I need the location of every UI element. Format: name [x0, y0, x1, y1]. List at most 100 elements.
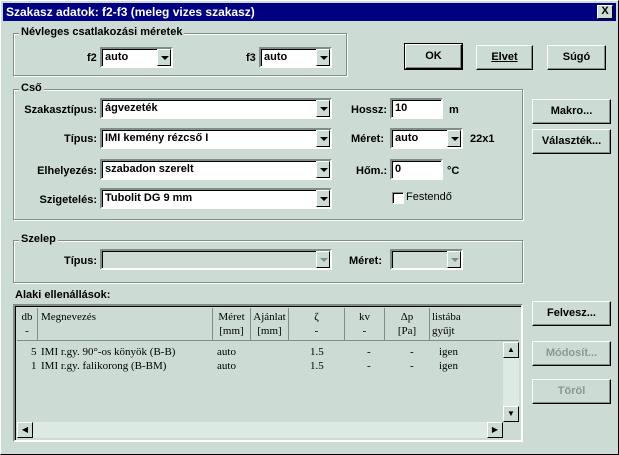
f2-select[interactable]: auto	[100, 47, 173, 68]
col-db[interactable]: db -	[17, 308, 38, 341]
col-zeta[interactable]: ζ-	[289, 308, 345, 341]
col-db-l1: db	[21, 311, 33, 323]
help-button[interactable]: Súgó	[547, 45, 606, 70]
paint-checkbox[interactable]	[392, 192, 404, 204]
scroll-down-icon[interactable]: ▼	[503, 406, 519, 422]
valve-type-label: Típus:	[64, 255, 97, 267]
col-list-l2: gyűjt	[432, 325, 455, 337]
paint-checkbox-label: Festendő	[406, 191, 452, 203]
col-offer[interactable]: Ajánlat [mm]	[251, 308, 289, 341]
cell-size: auto	[217, 346, 236, 358]
chevron-down-icon[interactable]	[316, 49, 330, 66]
close-button[interactable]: X	[597, 5, 613, 19]
cell-db: 5	[31, 346, 37, 358]
temperature-label: Hőm.:	[356, 165, 388, 177]
col-size-l1: Méret	[218, 311, 245, 323]
cell-kv: -	[367, 346, 371, 358]
col-size-l2: [mm]	[219, 325, 244, 337]
nominal-size-group-label: Névleges csatlakozási méretek	[19, 26, 185, 38]
macro-button[interactable]: Makro...	[532, 99, 611, 124]
delete-button[interactable]: Töröl	[532, 379, 611, 404]
f3-select[interactable]: auto	[259, 47, 332, 68]
cell-db: 1	[31, 360, 37, 372]
length-input[interactable]: 10	[390, 98, 443, 119]
temperature-input[interactable]: 0	[390, 159, 443, 180]
col-name-l1: Megnevezés	[41, 311, 96, 323]
add-button[interactable]: Felvesz...	[532, 301, 611, 326]
col-dp[interactable]: Δp [Pa]	[385, 308, 430, 341]
section-type-value: ágvezeték	[105, 102, 158, 114]
cell-size: auto	[217, 360, 236, 372]
section-type-select[interactable]: ágvezeték	[100, 98, 332, 119]
fittings-table: db - Megnevezés Méret [mm] Ajánlat [mm] ζ- …	[13, 304, 523, 442]
ok-button[interactable]: OK	[404, 43, 463, 70]
size-label: Méret:	[351, 133, 385, 145]
pipe-type-label: Típus:	[64, 133, 97, 145]
col-offer-l1: Ajánlat	[253, 311, 286, 323]
col-list[interactable]: listába gyűjt	[430, 308, 523, 341]
pipe-type-value: IMI kemény rézcső I	[105, 132, 209, 144]
f3-label: f3	[246, 52, 256, 64]
temperature-unit: °C	[447, 165, 460, 177]
f3-select-value: auto	[264, 51, 288, 63]
col-zeta-l2: -	[314, 325, 319, 337]
chevron-down-icon[interactable]	[316, 161, 330, 178]
size-select[interactable]: auto	[390, 128, 463, 149]
valve-group-label: Szelep	[19, 233, 58, 245]
pipe-group-label: Cső	[19, 82, 44, 94]
modify-button[interactable]: Módosít...	[532, 341, 611, 366]
f2-select-value: auto	[105, 51, 129, 63]
size-select-value: auto	[395, 132, 419, 144]
length-label: Hossz:	[351, 104, 388, 116]
placement-select[interactable]: szabadon szerelt	[100, 159, 332, 180]
chevron-down-icon[interactable]	[316, 130, 330, 147]
size-extra: 22x1	[470, 133, 495, 145]
choice-button[interactable]: Választék...	[532, 129, 611, 154]
scroll-right-icon[interactable]: ▶	[487, 422, 503, 438]
chevron-down-icon[interactable]	[316, 100, 330, 117]
cell-zeta: 1.5	[310, 360, 324, 372]
fittings-label: Alaki ellenállások:	[15, 289, 111, 301]
col-dp-l2: [Pa]	[397, 325, 417, 337]
window-title: Szakasz adatok: f2-f3 (meleg vizes szaka…	[6, 5, 255, 19]
f2-label: f2	[87, 52, 97, 64]
insulation-label: Szigetelés:	[39, 194, 97, 206]
vertical-scrollbar[interactable]: ▲ ▼	[503, 342, 519, 422]
col-name[interactable]: Megnevezés	[38, 308, 213, 341]
cell-name: IMI r.gy. 90°-os könyök (B-B)	[41, 346, 176, 358]
chevron-down-icon[interactable]	[447, 130, 461, 147]
chevron-down-icon[interactable]	[157, 49, 171, 66]
col-db-l2: -	[25, 325, 29, 337]
length-unit: m	[449, 104, 459, 116]
valve-size-label: Méret:	[349, 255, 383, 267]
col-dp-l1: Δp	[400, 311, 414, 323]
col-size[interactable]: Méret [mm]	[213, 308, 251, 341]
scroll-up-icon[interactable]: ▲	[503, 342, 519, 358]
col-kv[interactable]: kv -	[345, 308, 385, 341]
placement-value: szabadon szerelt	[105, 163, 194, 175]
pipe-type-select[interactable]: IMI kemény rézcső I	[100, 128, 332, 149]
insulation-select[interactable]: Tubolit DG 9 mm	[100, 188, 332, 209]
section-type-label: Szakasztípus:	[24, 104, 97, 116]
valve-type-select[interactable]	[100, 249, 332, 270]
chevron-down-icon[interactable]	[447, 251, 461, 268]
col-kv-l1: kv	[359, 311, 370, 323]
col-kv-l2: -	[362, 325, 367, 337]
cell-list: igen	[439, 346, 458, 358]
table-header: db - Megnevezés Méret [mm] Ajánlat [mm] ζ- …	[17, 308, 519, 341]
chevron-down-icon[interactable]	[316, 251, 330, 268]
cancel-button[interactable]: Elvet	[476, 45, 533, 70]
horizontal-scrollbar[interactable]: ◀ ▶	[17, 422, 503, 438]
scroll-left-icon[interactable]: ◀	[17, 422, 33, 438]
chevron-down-icon[interactable]	[316, 190, 330, 207]
cell-zeta: 1.5	[310, 346, 324, 358]
cell-name: IMI r.gy. falikorong (B-BM)	[41, 360, 167, 372]
cell-kv: -	[367, 360, 371, 372]
valve-size-select[interactable]	[390, 249, 463, 270]
dialog-window: Szakasz adatok: f2-f3 (meleg vizes szaka…	[0, 0, 619, 455]
placement-label: Elhelyezés:	[37, 165, 97, 177]
title-bar[interactable]: Szakasz adatok: f2-f3 (meleg vizes szaka…	[3, 3, 616, 21]
table-row[interactable]: 5 IMI r.gy. 90°-os könyök (B-B) auto 1.5…	[17, 345, 503, 359]
table-row[interactable]: 1 IMI r.gy. falikorong (B-BM) auto 1.5 -…	[17, 359, 503, 373]
cell-dp: -	[410, 346, 414, 358]
